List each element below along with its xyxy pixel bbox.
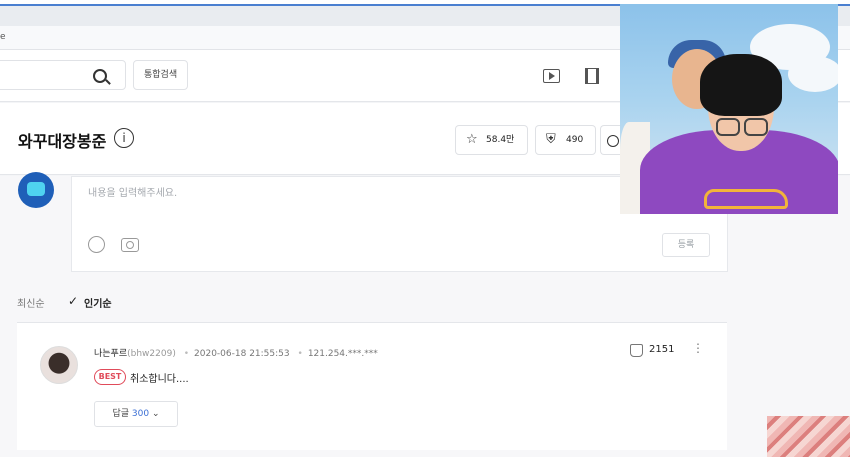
glasses-left-lens xyxy=(716,118,740,136)
channel-extra-button[interactable] xyxy=(600,125,620,155)
mural-cloud xyxy=(788,56,838,92)
info-icon[interactable]: i xyxy=(114,128,134,148)
fan-count: 490 xyxy=(566,135,584,145)
video-play-icon[interactable] xyxy=(543,69,560,83)
emoji-icon[interactable] xyxy=(88,236,105,253)
integrated-search-button[interactable]: 통합검색 xyxy=(133,60,189,90)
search-icon[interactable] xyxy=(93,69,107,83)
fan-count-button[interactable]: ⛨ 490 xyxy=(535,125,596,155)
thumbs-up-icon[interactable] xyxy=(630,344,643,357)
check-icon: ✓ xyxy=(68,294,79,308)
like-count: 2151 xyxy=(649,344,675,355)
sort-recent-tab[interactable]: 최신순 xyxy=(17,295,45,310)
comment-meta: 나는푸르(bhw2209) • 2020-06-18 21:55:53 • 121.… xyxy=(94,346,378,359)
comment-datetime: 2020-06-18 21:55:53 xyxy=(194,349,290,359)
search-input[interactable] xyxy=(0,60,126,90)
meta-separator: • xyxy=(297,349,303,359)
reply-count: 300 xyxy=(131,409,150,419)
film-strip-icon[interactable] xyxy=(585,68,599,84)
meta-separator: • xyxy=(183,349,190,359)
chevron-down-icon: ⌄ xyxy=(151,409,160,419)
corner-thumbnail xyxy=(767,416,850,457)
subscriber-count-button[interactable]: ☆ 58.4만 xyxy=(455,125,528,155)
commenter-nickname[interactable]: 나는푸르 xyxy=(94,349,127,359)
user-avatar xyxy=(18,172,54,208)
commenter-id: (bhw2209) xyxy=(127,349,176,359)
shirt-print xyxy=(704,189,788,209)
comment-text: 취소합니다.... xyxy=(130,374,189,385)
more-options-icon[interactable]: ⋮ xyxy=(692,342,704,354)
best-badge: BEST xyxy=(94,369,126,385)
sort-popular-tab[interactable]: 인기순 xyxy=(84,295,112,310)
comment-item xyxy=(17,322,727,450)
shield-icon: ⛨ xyxy=(546,132,556,147)
comment-ip: 121.254.***.*** xyxy=(307,349,378,359)
channel-title: 와꾸대장봉준 xyxy=(18,132,107,151)
comment-placeholder[interactable]: 내용을 입력해주세요. xyxy=(88,184,177,199)
webcam-overlay xyxy=(620,4,838,214)
star-icon: ☆ xyxy=(466,132,478,147)
subscriber-count: 58.4만 xyxy=(486,135,515,145)
reply-toggle-button[interactable]: 답글 300 ⌄ xyxy=(94,401,178,427)
reply-label: 답글 xyxy=(112,409,130,419)
submit-button[interactable]: 등록 xyxy=(662,233,710,257)
glasses-right-lens xyxy=(744,118,768,136)
streamer-hair xyxy=(700,54,782,116)
toolbar-edge-text: e xyxy=(0,32,6,42)
camera-icon[interactable] xyxy=(121,238,139,252)
circle-icon xyxy=(607,135,619,147)
commenter-avatar[interactable] xyxy=(40,346,78,384)
